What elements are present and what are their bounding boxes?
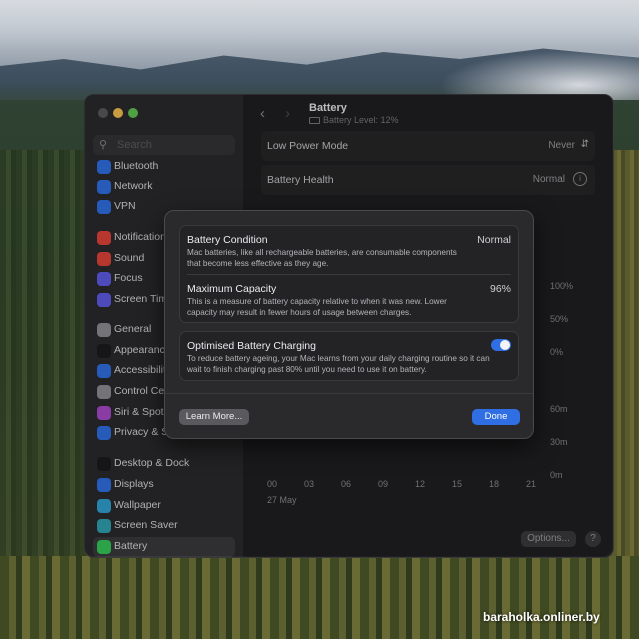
maximum-capacity-desc: This is a measure of battery capacity re… [187, 297, 447, 317]
maximum-capacity-value: 96% [489, 283, 511, 295]
battery-condition-title: Battery Condition [187, 234, 268, 246]
battery-condition-value: Normal [477, 234, 511, 246]
done-button[interactable]: Done [472, 409, 520, 425]
learn-more-button[interactable]: Learn More... [179, 409, 249, 425]
card-divider [187, 274, 511, 275]
toggle-knob [500, 340, 510, 350]
optimised-charging-title: Optimised Battery Charging [187, 340, 316, 352]
watermark: baraholka.onliner.by [483, 610, 600, 624]
battery-health-sheet: Battery Condition Normal Mac batteries, … [164, 210, 534, 439]
battery-condition-desc: Mac batteries, like all rechargeable bat… [187, 248, 457, 268]
trees-left [0, 150, 90, 570]
optimised-charging-toggle[interactable] [491, 339, 511, 351]
optimised-charging-card: Optimised Battery Charging To reduce bat… [179, 331, 519, 381]
trees-right [612, 150, 639, 570]
sheet-divider [165, 393, 533, 394]
optimised-charging-desc: To reduce battery ageing, your Mac learn… [187, 354, 490, 374]
maximum-capacity-title: Maximum Capacity [187, 283, 277, 295]
condition-capacity-card: Battery Condition Normal Mac batteries, … [179, 225, 519, 323]
trees-bottom [0, 556, 639, 639]
